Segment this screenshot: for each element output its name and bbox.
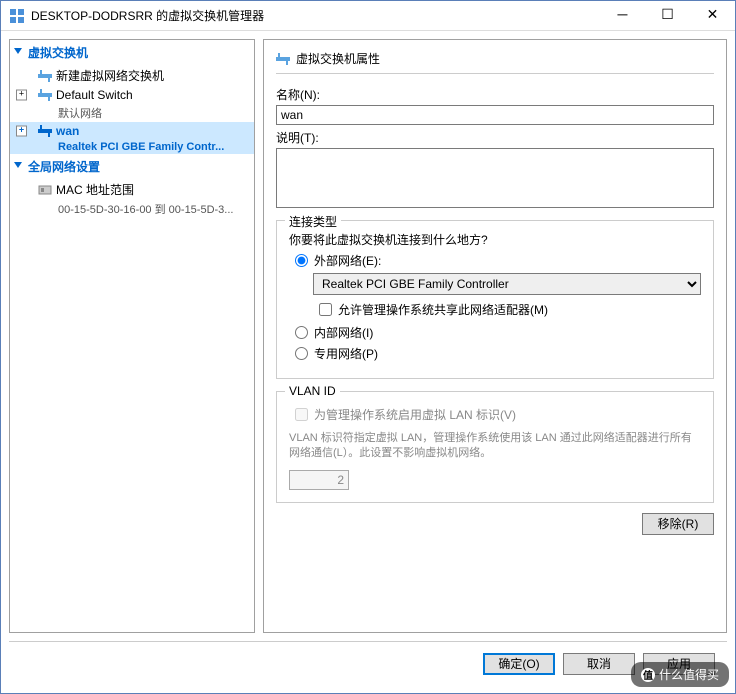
- private-radio-input[interactable]: [295, 347, 308, 360]
- tree-section-global[interactable]: 全局网络设置: [10, 154, 254, 179]
- titlebar: DESKTOP-DODRSRR 的虚拟交换机管理器 ─ ☐ ✕: [1, 1, 735, 31]
- watermark-icon: 值: [641, 668, 655, 682]
- connection-question: 你要将此虚拟交换机连接到什么地方?: [289, 231, 701, 248]
- body: 虚拟交换机 新建虚拟网络交换机 Default Switch 默认网络 wan …: [1, 31, 735, 641]
- vlan-enable-checkbox: [295, 408, 308, 421]
- tree-mac-range-sub[interactable]: 00-15-5D-30-16-00 到 00-15-5D-3...: [10, 200, 254, 218]
- properties-pane: 虚拟交换机属性 名称(N): 说明(T): 连接类型 你要将此虚拟交换机连接到什…: [263, 39, 727, 633]
- tree-wan-sub[interactable]: Realtek PCI GBE Family Contr...: [10, 140, 254, 154]
- window-controls: ─ ☐ ✕: [600, 1, 735, 30]
- vlan-title: VLAN ID: [285, 384, 340, 398]
- vlan-id-input: [289, 470, 349, 490]
- nic-icon: [38, 184, 52, 196]
- switch-icon: [38, 89, 52, 101]
- desc-textarea[interactable]: [276, 148, 714, 208]
- tree-mac-range[interactable]: MAC 地址范围: [10, 179, 254, 200]
- tree-new-switch[interactable]: 新建虚拟网络交换机: [10, 65, 254, 86]
- internal-radio-input[interactable]: [295, 326, 308, 339]
- tree-default-switch-sub[interactable]: 默认网络: [10, 104, 254, 122]
- switch-icon: [38, 125, 52, 137]
- switch-icon: [38, 70, 52, 82]
- private-network-radio[interactable]: 专用网络(P): [295, 345, 701, 362]
- watermark-text: 什么值得买: [659, 666, 719, 683]
- name-input[interactable]: [276, 105, 714, 125]
- external-radio-input[interactable]: [295, 254, 308, 267]
- vlan-group: VLAN ID 为管理操作系统启用虚拟 LAN 标识(V) VLAN 标识符指定…: [276, 391, 714, 503]
- tree-label: 新建虚拟网络交换机: [56, 67, 164, 84]
- ok-button[interactable]: 确定(O): [483, 653, 555, 675]
- cancel-button[interactable]: 取消: [563, 653, 635, 675]
- external-network-radio[interactable]: 外部网络(E):: [295, 252, 701, 269]
- tree-label: Default Switch: [56, 88, 133, 102]
- allow-mgmt-label: 允许管理操作系统共享此网络适配器(M): [338, 301, 548, 318]
- name-label: 名称(N):: [276, 86, 714, 103]
- connection-type-group: 连接类型 你要将此虚拟交换机连接到什么地方? 外部网络(E): Realtek …: [276, 220, 714, 379]
- maximize-button[interactable]: ☐: [645, 1, 690, 30]
- remove-row: 移除(R): [276, 513, 714, 535]
- properties-title: 虚拟交换机属性: [296, 50, 380, 67]
- switch-icon: [276, 53, 290, 65]
- tree-section-switches[interactable]: 虚拟交换机: [10, 40, 254, 65]
- tree-label: MAC 地址范围: [56, 181, 134, 198]
- vlan-help-text: VLAN 标识符指定虚拟 LAN，管理操作系统使用该 LAN 通过此网络适配器进…: [289, 431, 701, 462]
- desc-label: 说明(T):: [276, 129, 714, 146]
- minimize-button[interactable]: ─: [600, 1, 645, 30]
- close-button[interactable]: ✕: [690, 1, 735, 30]
- watermark: 值 什么值得买: [631, 662, 729, 687]
- allow-mgmt-checkbox-row[interactable]: 允许管理操作系统共享此网络适配器(M): [319, 301, 701, 318]
- adapter-select[interactable]: Realtek PCI GBE Family Controller: [313, 273, 701, 295]
- virtual-switch-manager-window: DESKTOP-DODRSRR 的虚拟交换机管理器 ─ ☐ ✕ 虚拟交换机 新建…: [0, 0, 736, 694]
- dialog-footer: 确定(O) 取消 应用: [9, 641, 727, 685]
- tree-pane: 虚拟交换机 新建虚拟网络交换机 Default Switch 默认网络 wan …: [9, 39, 255, 633]
- private-label: 专用网络(P): [314, 345, 378, 362]
- internal-label: 内部网络(I): [314, 324, 373, 341]
- remove-button[interactable]: 移除(R): [642, 513, 714, 535]
- tree-default-switch[interactable]: Default Switch: [10, 86, 254, 104]
- connection-type-title: 连接类型: [285, 213, 341, 230]
- window-title: DESKTOP-DODRSRR 的虚拟交换机管理器: [31, 7, 600, 24]
- properties-header: 虚拟交换机属性: [276, 50, 714, 74]
- external-label: 外部网络(E):: [314, 252, 381, 269]
- tree-label: wan: [56, 124, 79, 138]
- external-options: Realtek PCI GBE Family Controller 允许管理操作…: [313, 273, 701, 318]
- tree-wan[interactable]: wan: [10, 122, 254, 140]
- vlan-enable-row: 为管理操作系统启用虚拟 LAN 标识(V): [295, 406, 701, 423]
- internal-network-radio[interactable]: 内部网络(I): [295, 324, 701, 341]
- vlan-enable-label: 为管理操作系统启用虚拟 LAN 标识(V): [314, 406, 516, 423]
- app-icon: [9, 8, 25, 24]
- allow-mgmt-checkbox[interactable]: [319, 303, 332, 316]
